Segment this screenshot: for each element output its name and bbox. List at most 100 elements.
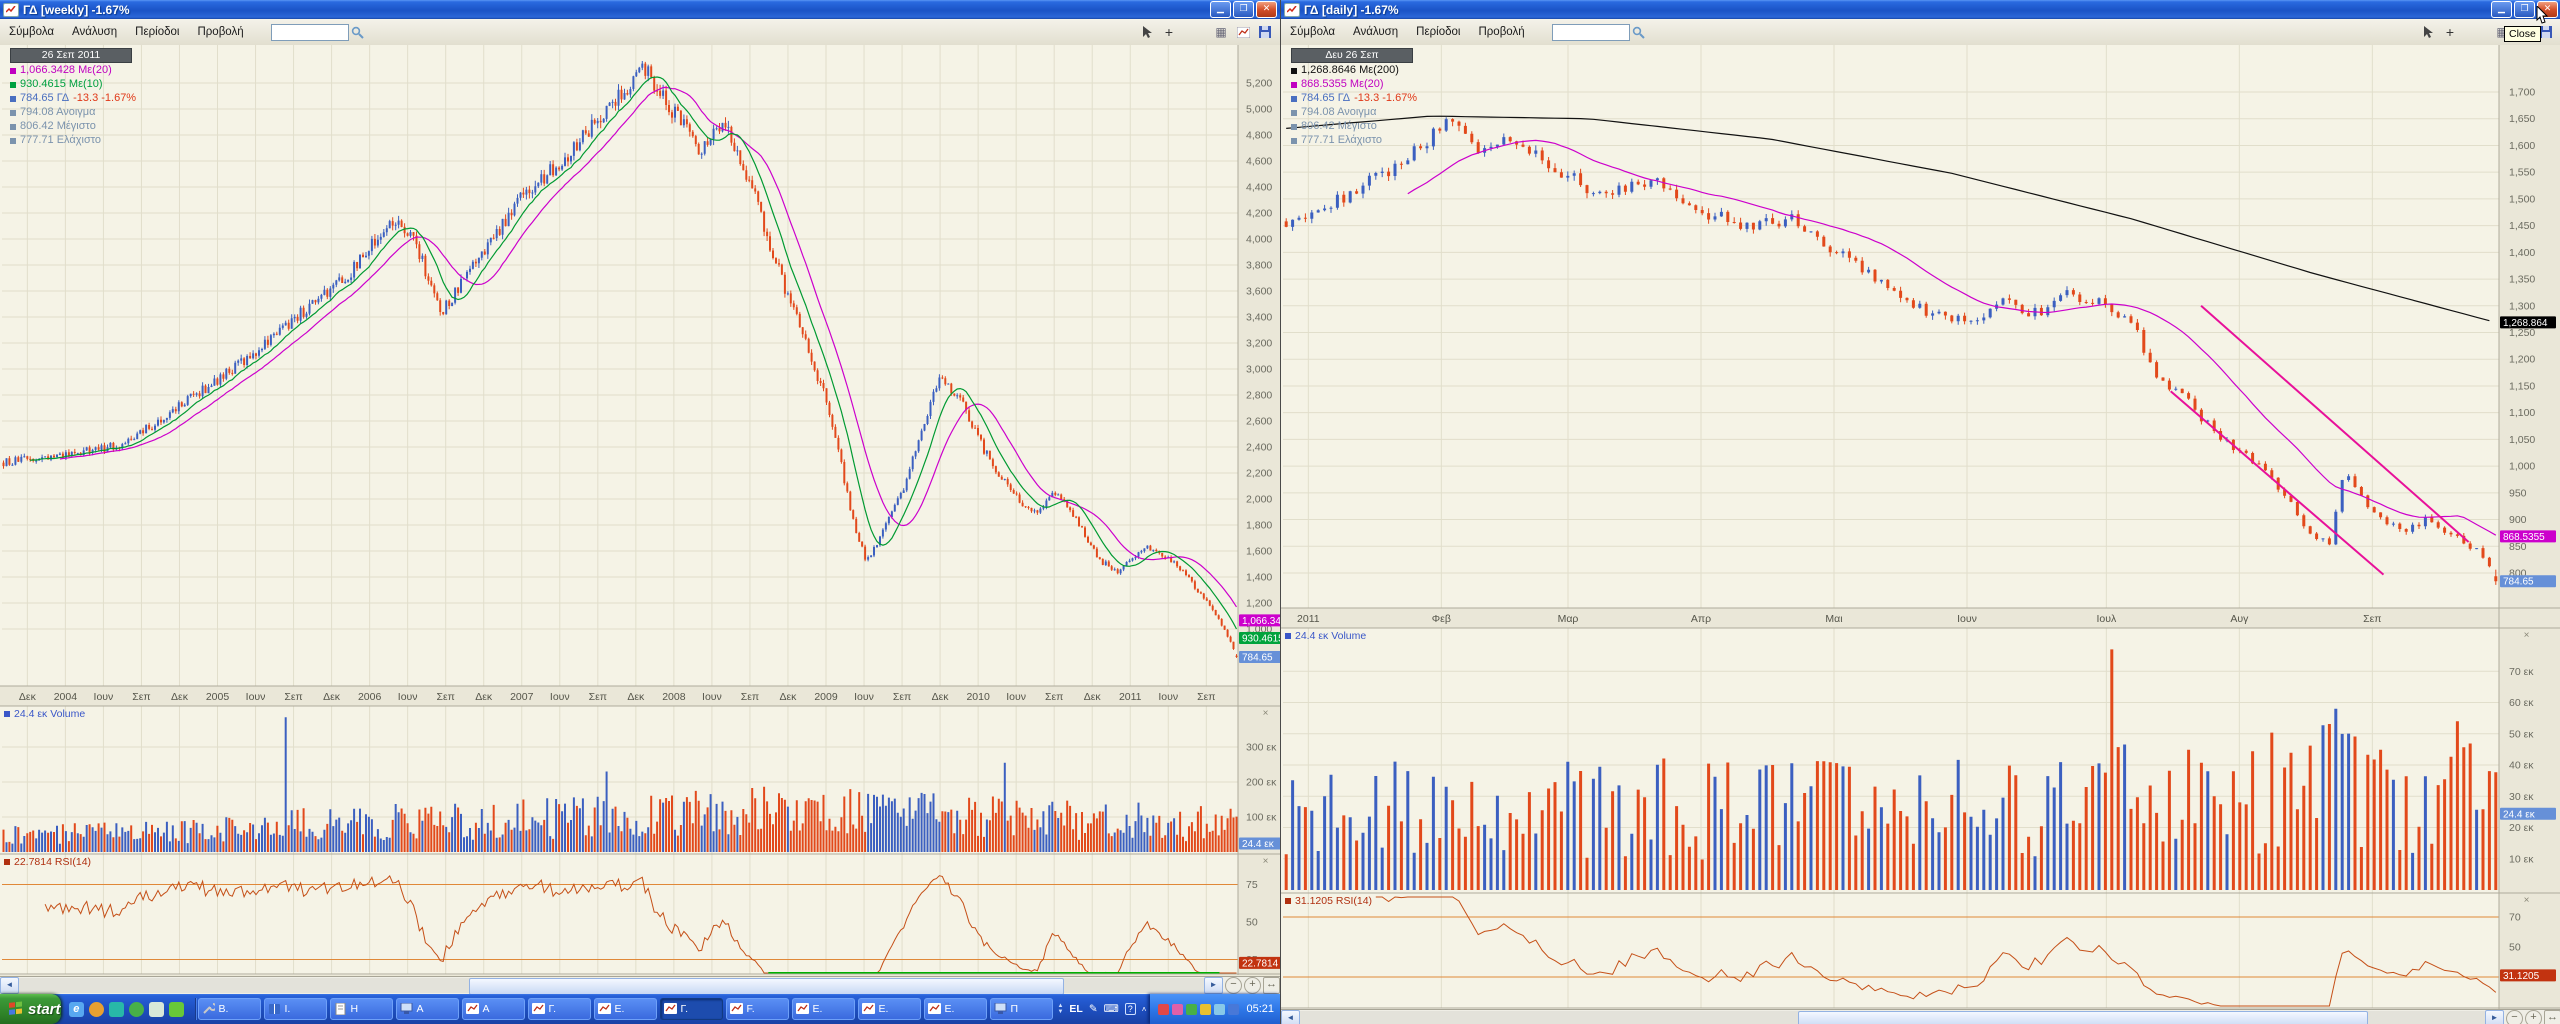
zoom-out-icon[interactable]: − [2506, 1010, 2523, 1024]
menu-item[interactable]: Ανάλυση [63, 23, 126, 41]
minimize-button[interactable]: ▁ [2491, 1, 2512, 18]
zoom-plus-icon[interactable]: + [2441, 24, 2459, 40]
scroll-right-icon[interactable]: ► [2485, 1010, 2504, 1024]
help-icon[interactable]: ? [1125, 1003, 1136, 1015]
zoom-in-icon[interactable]: + [2525, 1010, 2542, 1024]
menu-item[interactable]: Προβολή [188, 23, 252, 41]
tray-icons [1158, 1004, 1239, 1015]
taskbar-button[interactable]: Ε. [924, 998, 987, 1020]
svg-text:4,000: 4,000 [1246, 233, 1272, 245]
svg-text:1,350: 1,350 [2509, 274, 2535, 286]
pencil-icon[interactable]: ✎ [1089, 1003, 1098, 1015]
globe-icon[interactable] [129, 1002, 144, 1017]
zoom-out-icon[interactable]: − [1225, 977, 1242, 994]
language-indicator[interactable]: EL [1069, 1003, 1082, 1015]
menu-item[interactable]: Περίοδοι [126, 23, 188, 41]
legend-item: 784.65 ΓΔ -13.3 -1.67% [1291, 92, 1417, 105]
system-tray: 05:21 [1150, 994, 1280, 1024]
zoom-plus-icon[interactable]: + [1160, 24, 1178, 40]
save-icon[interactable] [1256, 24, 1274, 40]
rsi-pane-close-icon[interactable]: × [2521, 896, 2532, 907]
scroll-left-icon[interactable]: ◄ [1281, 1010, 1300, 1024]
svg-text:4,600: 4,600 [1246, 155, 1272, 167]
taskbar-button[interactable]: Π [990, 998, 1053, 1020]
taskbar-button[interactable]: Η [330, 998, 393, 1020]
scroll-right-icon[interactable]: ► [1204, 977, 1223, 994]
svg-text:100 εκ: 100 εκ [1246, 812, 1277, 824]
restore-button[interactable]: ❐ [1233, 1, 1254, 18]
taskbar-button[interactable]: Ε. [594, 998, 657, 1020]
chart-icon[interactable] [1234, 24, 1252, 40]
menu-item[interactable]: Σύμβολα [1281, 23, 1344, 41]
svg-text:3,200: 3,200 [1246, 337, 1272, 349]
legend-item: 1,268.8646 Με(200) [1291, 64, 1417, 77]
taskbar-button[interactable]: Α [396, 998, 459, 1020]
fit-width-icon[interactable]: ↔ [2544, 1010, 2560, 1024]
scroll-left-icon[interactable]: ◄ [0, 977, 19, 994]
grid-icon[interactable]: ▦ [1212, 24, 1230, 40]
menu-item[interactable]: Ανάλυση [1344, 23, 1407, 41]
legend-item: 868.5355 Με(20) [1291, 78, 1417, 91]
alert-icon[interactable] [1158, 1004, 1169, 1015]
rsi-pane-close-icon[interactable]: × [1260, 857, 1271, 868]
taskbar-button[interactable]: Γ. [528, 998, 591, 1020]
minimize-button[interactable]: ▁ [1210, 1, 1231, 18]
menu-item[interactable]: Περίοδοι [1407, 23, 1469, 41]
recycle-icon[interactable] [149, 1002, 164, 1017]
band-scroll-icon[interactable]: ▲▼ [1057, 1003, 1063, 1015]
taskbar-button-active[interactable]: Γ. [660, 998, 723, 1020]
expand-tray-icon[interactable]: ˄ [1142, 1005, 1147, 1014]
display-icon[interactable] [1228, 1004, 1239, 1015]
shield-icon[interactable] [169, 1002, 184, 1017]
symbol-search-input[interactable] [271, 24, 349, 41]
taskbar-button[interactable]: Β. [198, 998, 261, 1020]
svg-text:784.65: 784.65 [1242, 652, 1273, 663]
taskbar-button[interactable]: Ε. [792, 998, 855, 1020]
legend-item: 777.71 Ελάχιστο [10, 134, 136, 147]
scrollbar-track[interactable] [19, 978, 1204, 993]
scrollbar-thumb[interactable] [469, 978, 1064, 994]
titlebar-daily[interactable]: ΓΔ [daily] -1.67% ▁ ❐ ✕ [1281, 0, 2560, 19]
messenger-icon[interactable] [109, 1002, 124, 1017]
titlebar-weekly[interactable]: ΓΔ [weekly] -1.67% ▁ ❐ ✕ [0, 0, 1280, 19]
zoom-in-icon[interactable]: + [1244, 977, 1261, 994]
taskbar-button[interactable]: Ι. [264, 998, 327, 1020]
menu-item[interactable]: Σύμβολα [0, 23, 63, 41]
scrollbar-thumb[interactable] [1798, 1011, 2369, 1024]
antivirus-icon[interactable] [1186, 1004, 1197, 1015]
window-daily: ΓΔ [daily] -1.67% ▁ ❐ ✕ ΣύμβολαΑνάλυσηΠε… [1280, 0, 2560, 1024]
restore-button[interactable]: ❐ [2514, 1, 2535, 18]
svg-text:Ιουλ: Ιουλ [2096, 613, 2116, 625]
taskbar-button[interactable]: Α [462, 998, 525, 1020]
svg-text:24.4 εκ: 24.4 εκ [2503, 809, 2536, 820]
legend-item: 1,066.3428 Με(20) [10, 64, 136, 77]
symbol-search-input[interactable] [1552, 24, 1630, 41]
msn-icon[interactable] [1172, 1004, 1183, 1015]
fit-width-icon[interactable]: ↔ [1263, 977, 1280, 994]
taskbar-button[interactable]: Ε. [858, 998, 921, 1020]
clock-app-icon[interactable] [89, 1002, 104, 1017]
pointer-icon[interactable] [1138, 24, 1156, 40]
legend-item: 777.71 Ελάχιστο [1291, 134, 1417, 147]
keyboard-icon[interactable]: ⌨ [1104, 1003, 1119, 1015]
pointer-icon[interactable] [2419, 24, 2437, 40]
start-button[interactable]: start [0, 994, 61, 1024]
rsi-pane-label: 31.1205 RSI(14) [1285, 895, 1372, 907]
ie-icon[interactable]: e [69, 1002, 84, 1017]
scrollbar-track[interactable] [1300, 1011, 2485, 1024]
volume-pane-close-icon[interactable]: × [2521, 631, 2532, 642]
chart-icon [664, 1003, 677, 1015]
chart-icon [598, 1003, 611, 1015]
svg-text:1,600: 1,600 [2509, 140, 2535, 152]
svg-text:40 εκ: 40 εκ [2509, 760, 2534, 772]
update-icon[interactable] [1200, 1004, 1211, 1015]
search-icon[interactable] [349, 24, 367, 40]
close-button[interactable]: ✕ [1256, 1, 1277, 18]
search-icon[interactable] [1630, 24, 1648, 40]
taskbar-button[interactable]: F. [726, 998, 789, 1020]
menu-item[interactable]: Προβολή [1469, 23, 1533, 41]
svg-text:1,400: 1,400 [2509, 247, 2535, 259]
network-icon[interactable] [1214, 1004, 1225, 1015]
rsi-pane-label: 22.7814 RSI(14) [4, 856, 91, 868]
volume-pane-close-icon[interactable]: × [1260, 709, 1271, 720]
